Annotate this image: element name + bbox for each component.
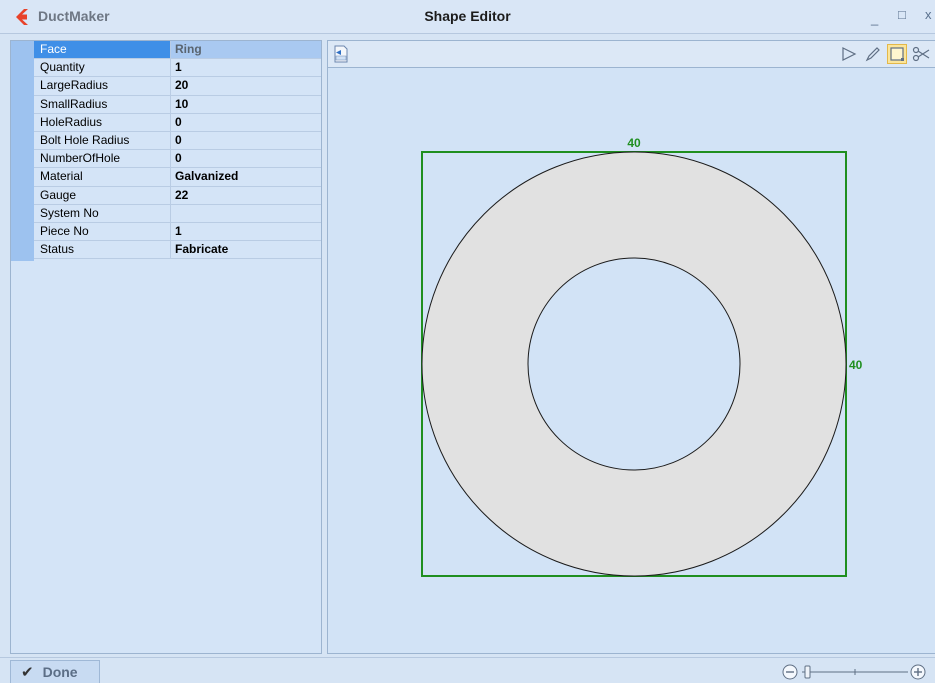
- property-row-material[interactable]: Material Galvanized: [34, 168, 321, 187]
- rectangle-tool[interactable]: [887, 44, 907, 64]
- zoom-slider[interactable]: [780, 663, 935, 681]
- property-name: Face: [34, 41, 171, 59]
- pencil-icon: [865, 47, 880, 62]
- title-bar: DuctMaker Shape Editor _ □ x: [0, 0, 935, 34]
- property-name: Gauge: [34, 186, 171, 204]
- property-value[interactable]: Fabricate: [171, 241, 321, 258]
- drawing-canvas[interactable]: 40 40: [328, 69, 935, 654]
- zoom-in-icon[interactable]: [910, 664, 926, 680]
- height-dimension-label: 40: [849, 358, 863, 372]
- checkmark-icon: ✔: [21, 664, 34, 681]
- property-grid: Face Ring Quantity 1 LargeRadius 20 Smal…: [34, 41, 321, 260]
- property-row-status[interactable]: Status Fabricate: [34, 241, 321, 260]
- property-row-system-no[interactable]: System No: [34, 204, 321, 223]
- property-name: Piece No: [34, 222, 171, 241]
- scissors-icon: [912, 46, 930, 62]
- property-name: Bolt Hole Radius: [34, 131, 171, 150]
- property-value[interactable]: [171, 205, 321, 222]
- property-row-quantity[interactable]: Quantity 1: [34, 59, 321, 78]
- property-name: Quantity: [34, 59, 171, 77]
- property-row-large-radius[interactable]: LargeRadius 20: [34, 77, 321, 96]
- drawing-toolbar: [328, 41, 935, 68]
- scissors-tool[interactable]: [911, 44, 931, 64]
- property-row-gauge[interactable]: Gauge 22: [34, 186, 321, 205]
- property-value[interactable]: 22: [171, 187, 321, 204]
- pointer-icon: [842, 47, 857, 61]
- property-row-bolt-hole-radius[interactable]: Bolt Hole Radius 0: [34, 131, 321, 151]
- zoom-thumb[interactable]: [804, 665, 811, 679]
- property-value[interactable]: 1: [171, 223, 321, 240]
- property-value[interactable]: 10: [171, 96, 321, 113]
- property-row-small-radius[interactable]: SmallRadius 10: [34, 95, 321, 114]
- property-row-number-of-hole[interactable]: NumberOfHole 0: [34, 150, 321, 169]
- property-row-face[interactable]: Face Ring: [34, 41, 321, 60]
- property-name: Status: [34, 241, 171, 259]
- ring-shape[interactable]: [421, 151, 847, 577]
- pointer-tool[interactable]: [839, 44, 859, 64]
- minimize-button[interactable]: _: [871, 11, 878, 26]
- maximize-button[interactable]: □: [898, 7, 906, 22]
- property-name: System No: [34, 204, 171, 222]
- drawing-panel: 40 40: [327, 40, 935, 654]
- property-value[interactable]: 0: [171, 150, 321, 167]
- rectangle-icon: [890, 47, 904, 61]
- pencil-tool[interactable]: [863, 44, 883, 64]
- property-row-hole-radius[interactable]: HoleRadius 0: [34, 113, 321, 132]
- done-button[interactable]: ✔ Done: [10, 660, 100, 683]
- property-value[interactable]: 1: [171, 59, 321, 76]
- property-value[interactable]: 0: [171, 132, 321, 149]
- property-grid-gutter: [11, 41, 34, 261]
- zoom-out-icon[interactable]: [782, 664, 798, 680]
- dwg-export-button[interactable]: [331, 44, 351, 64]
- width-dimension-label: 40: [627, 136, 641, 150]
- ring-drawing: 40 40: [421, 136, 863, 577]
- property-value[interactable]: 0: [171, 114, 321, 131]
- close-button[interactable]: x: [925, 7, 932, 22]
- dwg-export-icon: [334, 45, 348, 63]
- property-value[interactable]: Ring: [171, 41, 321, 59]
- property-value[interactable]: 20: [171, 77, 321, 94]
- property-name: Material: [34, 168, 171, 186]
- property-name: LargeRadius: [34, 77, 171, 95]
- property-name: NumberOfHole: [34, 150, 171, 168]
- status-bar: ✔ Done: [0, 657, 935, 683]
- property-value[interactable]: Galvanized: [171, 168, 321, 185]
- property-name: HoleRadius: [34, 113, 171, 131]
- done-button-label: Done: [42, 664, 78, 680]
- property-row-piece-no[interactable]: Piece No 1: [34, 222, 321, 242]
- window-title: Shape Editor: [424, 8, 511, 24]
- property-name: SmallRadius: [34, 95, 171, 113]
- property-panel: Face Ring Quantity 1 LargeRadius 20 Smal…: [10, 40, 322, 654]
